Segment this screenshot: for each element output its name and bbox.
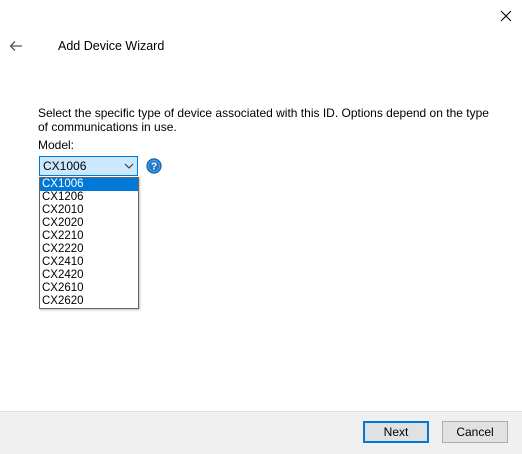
dropdown-option[interactable]: CX2610	[40, 282, 138, 295]
instruction-text: Select the specific type of device assoc…	[38, 106, 489, 134]
cancel-button[interactable]: Cancel	[442, 421, 508, 443]
close-icon	[500, 10, 512, 22]
dropdown-option[interactable]: CX2020	[40, 217, 138, 230]
dropdown-option[interactable]: CX2220	[40, 243, 138, 256]
model-select-value: CX1006	[43, 159, 87, 173]
arrow-left-icon	[9, 41, 22, 51]
dropdown-option[interactable]: CX2410	[40, 256, 138, 269]
dropdown-option[interactable]: CX2210	[40, 230, 138, 243]
wizard-title: Add Device Wizard	[58, 39, 165, 53]
close-button[interactable]	[493, 4, 519, 28]
dropdown-option[interactable]: CX1006	[40, 178, 138, 191]
dropdown-option[interactable]: CX2620	[40, 295, 138, 308]
next-button[interactable]: Next	[363, 421, 429, 443]
back-button[interactable]	[4, 34, 28, 58]
model-dropdown-list: CX1006 CX1206 CX2010 CX2020 CX2210 CX2220 CX24…	[39, 177, 139, 309]
model-select[interactable]: CX1006	[39, 156, 138, 176]
model-label: Model:	[38, 138, 75, 152]
dropdown-option[interactable]: CX2420	[40, 269, 138, 282]
dropdown-option[interactable]: CX2010	[40, 204, 138, 217]
chevron-down-icon	[121, 157, 137, 175]
help-icon[interactable]: ?	[146, 158, 162, 174]
svg-text:?: ?	[151, 162, 157, 173]
dropdown-option[interactable]: CX1206	[40, 191, 138, 204]
